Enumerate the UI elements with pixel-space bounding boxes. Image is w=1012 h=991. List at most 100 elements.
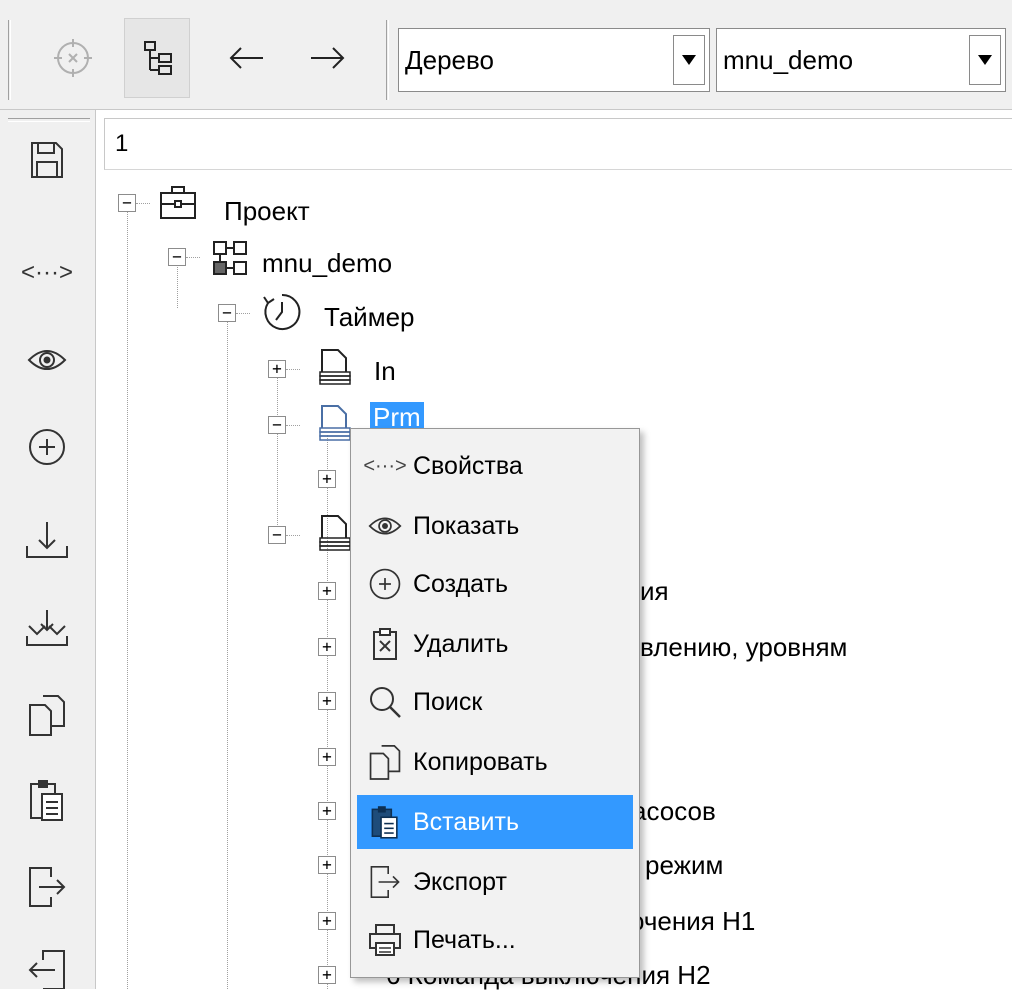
menu-item-label: Копировать xyxy=(413,747,548,776)
tree-guide xyxy=(127,210,128,989)
tree-expander[interactable]: + xyxy=(318,856,336,874)
import-back-button[interactable] xyxy=(12,940,82,989)
tree-expander[interactable]: + xyxy=(318,692,336,710)
tree-connector xyxy=(286,425,300,426)
properties-button[interactable]: <···> xyxy=(12,238,82,308)
copy-button[interactable] xyxy=(12,680,82,750)
view-combo-value: Дерево xyxy=(405,44,494,75)
tree-expander[interactable]: − xyxy=(168,248,186,266)
menu-item-label: Вставить xyxy=(413,807,519,836)
view-combo[interactable]: Дерево xyxy=(398,28,710,92)
add-icon xyxy=(357,557,413,611)
tree-node-label[interactable]: Проект xyxy=(224,196,310,227)
tree-node-label[interactable]: влению, уровням xyxy=(640,632,847,663)
menu-item-label: Показать xyxy=(413,511,520,540)
paste-icon xyxy=(357,795,413,849)
menu-item-delete[interactable]: Удалить xyxy=(357,617,633,671)
tree-expander[interactable]: − xyxy=(218,304,236,322)
tree-expander[interactable]: + xyxy=(318,912,336,930)
copy-icon xyxy=(357,735,413,789)
import-button[interactable] xyxy=(12,593,82,663)
tree-node-label[interactable]: і режим xyxy=(632,850,723,881)
menu-item-copy[interactable]: Копировать xyxy=(357,735,633,789)
menu-item-label: Свойства xyxy=(413,451,523,480)
forward-button[interactable] xyxy=(294,18,360,98)
tree-node-label[interactable]: Таймер xyxy=(324,302,415,333)
add-button[interactable] xyxy=(12,412,82,482)
document-stack-icon xyxy=(319,349,351,385)
tree-expander[interactable]: − xyxy=(118,194,136,212)
tree-view-button[interactable] xyxy=(124,18,190,98)
properties-icon: <···> xyxy=(20,259,73,286)
save-button[interactable] xyxy=(12,125,82,195)
column-header[interactable]: 1 xyxy=(104,118,1012,170)
sidebar-grip[interactable] xyxy=(8,118,90,122)
paste-icon xyxy=(30,780,63,821)
print-icon xyxy=(357,913,413,967)
eye-icon xyxy=(357,499,413,553)
locate-button[interactable] xyxy=(40,18,106,98)
menu-item-label: Поиск xyxy=(413,687,483,716)
paste-button[interactable] xyxy=(12,765,82,835)
tree-guide xyxy=(177,262,178,308)
tree-expander[interactable]: + xyxy=(318,748,336,766)
tree-node-label[interactable]: очения Н1 xyxy=(630,906,755,937)
network-icon xyxy=(213,241,247,275)
tree-connector xyxy=(236,313,250,314)
tree-expander[interactable]: + xyxy=(268,360,286,378)
timer-icon xyxy=(263,293,301,330)
export-icon xyxy=(29,867,66,907)
tree-node-label[interactable]: ия xyxy=(640,576,669,607)
tree-connector xyxy=(136,203,150,204)
briefcase-icon xyxy=(160,186,196,219)
tree-node-label[interactable]: mnu_demo xyxy=(262,248,392,279)
export-button[interactable] xyxy=(12,852,82,922)
import-icon xyxy=(26,610,68,646)
copy-icon xyxy=(29,695,65,736)
menu-item-properties[interactable]: <···> Свойства xyxy=(357,439,633,493)
menu-item-show[interactable]: Показать xyxy=(357,499,633,553)
context-menu: <···> Свойства Показать Создать Удалить … xyxy=(350,428,640,978)
toolbar-separator xyxy=(386,20,389,100)
back-button[interactable] xyxy=(214,18,280,98)
export-icon xyxy=(357,855,413,909)
tree-node-label[interactable]: In xyxy=(374,356,396,387)
menu-item-label: Экспорт xyxy=(413,867,507,896)
toolbar: Дерево mnu_demo xyxy=(0,0,1012,110)
menu-item-search[interactable]: Поиск xyxy=(357,675,633,729)
tree-guide xyxy=(227,316,228,989)
tree-guide xyxy=(277,370,278,535)
vertical-toolbar: <···> xyxy=(0,110,96,989)
forward-arrow-icon xyxy=(311,47,345,69)
project-combo-arrow[interactable] xyxy=(969,35,1001,85)
tree-expander[interactable]: − xyxy=(268,416,286,434)
tree-expander[interactable]: + xyxy=(318,802,336,820)
menu-item-paste[interactable]: Вставить xyxy=(357,795,633,849)
show-button[interactable] xyxy=(12,325,82,395)
menu-item-export[interactable]: Экспорт xyxy=(357,855,633,909)
target-icon xyxy=(54,39,92,77)
tree-connector xyxy=(286,369,300,370)
download-button[interactable] xyxy=(12,505,82,575)
tree-expander[interactable]: + xyxy=(318,470,336,488)
project-combo[interactable]: mnu_demo xyxy=(716,28,1006,92)
menu-item-label: Печать... xyxy=(413,925,516,954)
menu-item-label: Создать xyxy=(413,569,509,598)
menu-item-create[interactable]: Создать xyxy=(357,557,633,611)
column-header-label: 1 xyxy=(115,130,129,157)
toolbar-grip[interactable] xyxy=(8,20,11,100)
delete-icon xyxy=(357,617,413,671)
tree-node-label[interactable]: асосов xyxy=(632,796,716,827)
tree-expander[interactable]: + xyxy=(318,582,336,600)
view-combo-arrow[interactable] xyxy=(673,35,705,85)
add-icon xyxy=(29,429,65,465)
back-arrow-icon xyxy=(229,47,263,69)
search-icon xyxy=(357,675,413,729)
eye-icon xyxy=(27,350,67,370)
tree-expander[interactable]: + xyxy=(318,966,336,984)
tree-expander[interactable]: − xyxy=(268,526,286,544)
tree-connector xyxy=(286,535,300,536)
menu-item-print[interactable]: Печать... xyxy=(357,913,633,967)
tree-expander[interactable]: + xyxy=(318,638,336,656)
properties-icon: <···> xyxy=(363,454,407,477)
